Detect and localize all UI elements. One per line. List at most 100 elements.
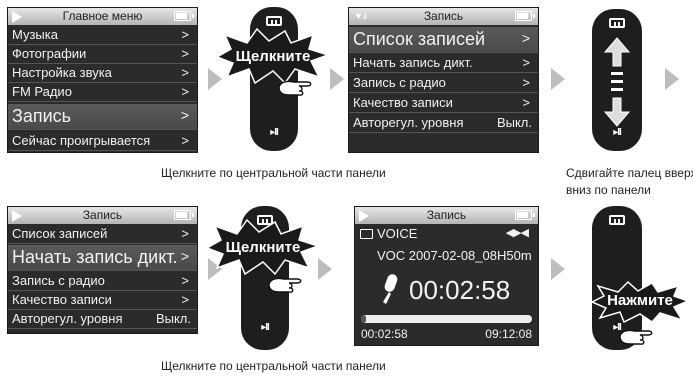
- menu-item-start-dictation[interactable]: Начать запись дикт. >: [349, 54, 538, 73]
- chevron-right-icon: >: [181, 292, 189, 307]
- play-pause-icon: ▸II: [261, 322, 270, 333]
- chevron-right-icon: >: [181, 27, 189, 42]
- folder-icon: [360, 229, 373, 239]
- chevron-right-icon: >: [180, 248, 189, 264]
- recording-screen: Запись VOICE ◀▶◀ VOC 2007-02-08_08H50m 0…: [354, 206, 539, 346]
- auto-level-value: Выкл.: [155, 311, 191, 326]
- hand-pointer-icon: [268, 277, 302, 293]
- chevron-right-icon: >: [522, 55, 530, 70]
- play-pause-icon: ▸II: [613, 127, 622, 138]
- menu-item-record-list-selected[interactable]: Список записей >: [349, 27, 538, 53]
- record-menu-screen: ▼.ıl Запись Список записей > Начать запи…: [348, 7, 539, 153]
- chevron-right-icon: >: [522, 75, 530, 90]
- next-step-arrow-icon: [665, 68, 679, 90]
- remaining-time: 09:12:08: [485, 327, 532, 341]
- menu-item-auto-level[interactable]: Авторегул. уровня Выкл.: [8, 310, 197, 329]
- menu-item-music[interactable]: Музыка >: [8, 26, 197, 45]
- battery-icon: [174, 11, 194, 21]
- folder-name: VOICE: [377, 226, 418, 241]
- chevron-right-icon: >: [181, 65, 189, 80]
- play-pause-icon: ▸II: [270, 127, 279, 138]
- recording-timer: 00:02:58: [409, 275, 511, 305]
- recording-progress-fill: [361, 315, 367, 323]
- menu-item-label: Список записей: [353, 29, 486, 49]
- next-step-arrow-icon: [318, 258, 332, 280]
- chevron-right-icon: >: [181, 46, 189, 61]
- menu-item-label: Запись с радио: [12, 273, 105, 288]
- hold-icon: [609, 18, 625, 28]
- battery-icon: [515, 11, 535, 21]
- hold-icon: [266, 16, 282, 26]
- menu-item-label: Авторегул. уровня: [353, 115, 464, 130]
- record-menu-titlebar: Запись: [8, 207, 197, 224]
- menu-item-record-quality[interactable]: Качество записи >: [8, 291, 197, 310]
- menu-item-label: FM Радио: [12, 84, 72, 99]
- hold-icon: [609, 215, 625, 225]
- menu-item-radio-record[interactable]: Запись с радио >: [8, 272, 197, 291]
- recording-titlebar: Запись: [355, 207, 538, 224]
- caption-slide-line1: Сдвигайте палец вверх/: [566, 166, 693, 180]
- device-click-bottom[interactable]: ▸II Щелкните: [205, 206, 320, 352]
- recording-progress-bar: [361, 315, 532, 323]
- menu-item-label: Начать запись дикт.: [353, 55, 473, 70]
- menu-item-photos[interactable]: Фотографии >: [8, 45, 197, 64]
- chevron-right-icon: >: [181, 273, 189, 288]
- menu-item-fm-radio[interactable]: FM Радио >: [8, 83, 197, 102]
- battery-icon: [174, 210, 194, 220]
- menu-item-label: Начать запись дикт.: [12, 247, 178, 267]
- caption-slide-line2: вниз по панели: [566, 183, 651, 197]
- speaker-icon: ◀▶◀: [505, 227, 529, 239]
- menu-item-record-list[interactable]: Список записей >: [8, 225, 197, 244]
- scroll-up-down-icon: [603, 37, 631, 127]
- microphone-icon: [383, 274, 398, 304]
- menu-item-label: Настройка звука: [12, 65, 112, 80]
- menu-item-record-selected[interactable]: Запись >: [8, 104, 197, 130]
- record-menu-title: Запись: [82, 208, 123, 222]
- chevron-right-icon: >: [521, 30, 530, 46]
- menu-item-start-dictation-selected[interactable]: Начать запись дикт. >: [8, 245, 197, 271]
- next-step-arrow-icon: [551, 68, 565, 90]
- caption-click-center-bottom: Щелкните по центральной части панели: [161, 359, 386, 373]
- auto-level-value: Выкл.: [496, 115, 532, 130]
- menu-item-label: Авторегул. уровня: [12, 311, 123, 326]
- next-step-arrow-icon: [551, 258, 565, 280]
- record-menu-title: Запись: [423, 9, 464, 23]
- menu-item-label: Запись: [12, 106, 72, 126]
- chevron-right-icon: >: [181, 133, 189, 148]
- menu-item-sound-settings[interactable]: Настройка звука >: [8, 64, 197, 83]
- main-menu-title: Главное меню: [62, 9, 143, 23]
- menu-item-label: Качество записи: [12, 292, 112, 307]
- recording-title: Запись: [426, 208, 467, 222]
- click-label: Щелкните: [225, 239, 301, 256]
- hand-pointer-icon: [619, 329, 653, 345]
- menu-item-now-playing[interactable]: Сейчас проигрывается >: [8, 132, 197, 151]
- menu-item-label: Запись с радио: [353, 75, 446, 90]
- elapsed-time: 00:02:58: [361, 327, 408, 341]
- record-menu-titlebar: ▼.ıl Запись: [349, 8, 538, 25]
- menu-item-label: Качество записи: [353, 95, 453, 110]
- menu-item-label: Сейчас проигрывается: [12, 133, 151, 148]
- menu-item-label: Музыка: [12, 27, 58, 42]
- hand-pointer-icon: [278, 80, 312, 96]
- menu-item-label: Фотографии: [12, 46, 87, 61]
- press-label: Нажмите: [607, 292, 673, 309]
- device-slide[interactable]: ▸II: [592, 9, 642, 151]
- menu-item-auto-level[interactable]: Авторегул. уровня Выкл.: [349, 114, 538, 133]
- menu-item-radio-record[interactable]: Запись с радио >: [349, 74, 538, 93]
- chevron-right-icon: >: [181, 226, 189, 241]
- battery-icon: [515, 210, 535, 220]
- device-press[interactable]: ▸II Нажмите: [588, 206, 693, 354]
- record-menu-screen-2: Запись Список записей > Начать запись ди…: [7, 206, 198, 334]
- menu-item-record-quality[interactable]: Качество записи >: [349, 94, 538, 113]
- menu-item-label: Список записей: [12, 226, 108, 241]
- chevron-right-icon: >: [522, 95, 530, 110]
- main-menu-screen: Главное меню Музыка > Фотографии > Настр…: [7, 7, 198, 153]
- next-step-arrow-icon: [330, 68, 344, 90]
- click-label: Щелкните: [235, 48, 311, 65]
- main-menu-titlebar: Главное меню: [8, 8, 197, 25]
- recording-filename: VOC 2007-02-08_08H50m: [377, 248, 532, 263]
- chevron-right-icon: >: [180, 107, 189, 123]
- chevron-right-icon: >: [181, 84, 189, 99]
- device-click-top[interactable]: ▸II Щелкните: [215, 5, 330, 153]
- caption-click-center-top: Щелкните по центральной части панели: [161, 166, 386, 180]
